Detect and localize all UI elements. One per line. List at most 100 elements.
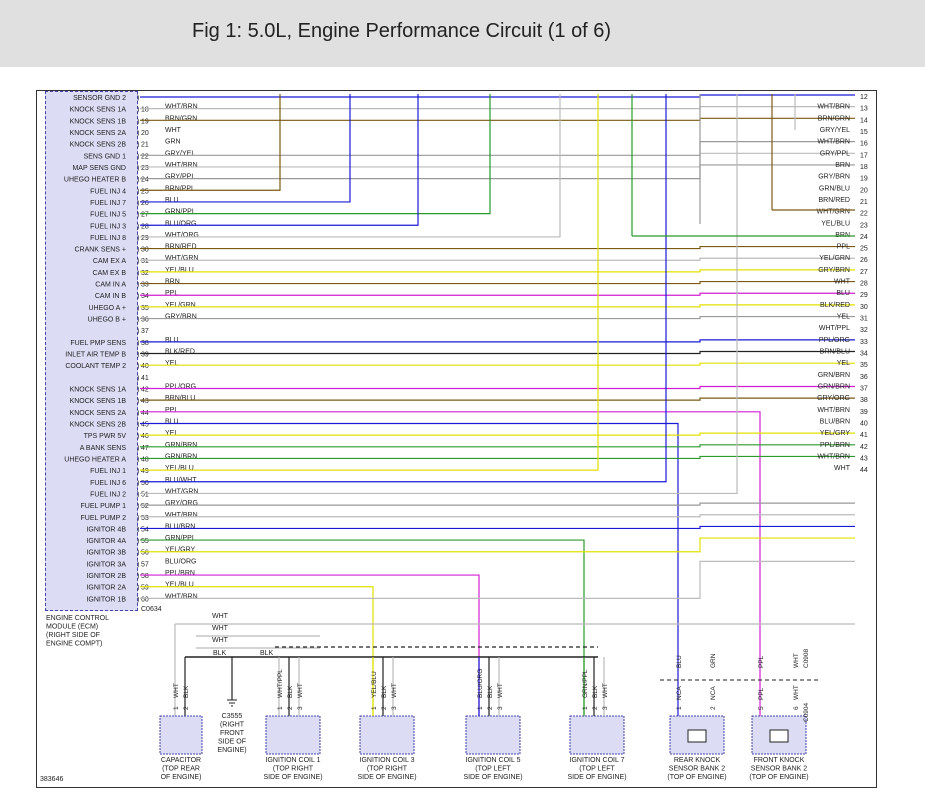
right-wire-label: YEL/GRY — [820, 430, 851, 437]
ecm-pin-label: IGNITOR 4B — [86, 526, 126, 533]
ecm-wire-label: BLU — [165, 337, 179, 344]
ecm-module-label: ENGINE CONTROL — [46, 615, 109, 622]
ecm-pin-number: 56 — [141, 550, 149, 557]
component-pin-wire: GRN/PPL — [582, 669, 589, 698]
ecm-pin-label: IGNITOR 1B — [86, 596, 126, 603]
pin-number: 1 — [371, 706, 378, 710]
pin-number: 6 — [793, 706, 800, 710]
component-pin-wire: WHT — [793, 653, 800, 668]
pin-number: 1 — [582, 706, 589, 710]
pin-bracket: ) — [137, 95, 139, 102]
ecm-pin-number: 25 — [141, 188, 149, 195]
pin-number: 1 — [173, 706, 180, 710]
right-row-number: 13 — [860, 106, 868, 113]
ecm-wire-label: WHT/GRN — [165, 488, 198, 495]
ecm-pin-label: SENS GND 1 — [84, 153, 127, 160]
ecm-wire-label: BRN/BLU — [165, 395, 195, 402]
pin-number: 3 — [391, 706, 398, 710]
ecm-pin-label: UHEGO HEATER B — [64, 177, 126, 184]
right-wire-label: WHT — [834, 465, 851, 472]
right-row-number: 20 — [860, 187, 868, 194]
ecm-wire-label: GRN — [165, 139, 181, 146]
ecm-wire-label: YEL/BLU — [165, 267, 194, 274]
component-pin-wire: WHT — [602, 683, 609, 698]
pin-number: 1 — [477, 706, 484, 710]
pin-number: 2 — [487, 706, 494, 710]
ecm-wire-label: WHT/BRN — [165, 162, 198, 169]
ecm-wire-label: PPL/BRN — [165, 570, 195, 577]
pin-bracket: ) — [137, 293, 139, 300]
pin-number: 3 — [297, 706, 304, 710]
right-row-number: 16 — [860, 141, 868, 148]
right-row-number: 27 — [860, 269, 868, 276]
ecm-pin-label: CAM EX B — [93, 270, 127, 277]
pin-bracket: ) — [137, 515, 139, 522]
ecm-pin-label: COOLANT TEMP 2 — [65, 363, 126, 370]
ecm-pin-number: 36 — [141, 317, 149, 324]
ecm-pin-label: FUEL INJ 8 — [90, 235, 126, 242]
ecm-pin-label: FUEL PUMP 2 — [80, 515, 126, 522]
ecm-wire-label: BLU — [165, 418, 179, 425]
ecm-pin-number: 29 — [141, 235, 149, 242]
component-label: SIDE OF ENGINE) — [263, 774, 322, 781]
wire — [140, 444, 855, 448]
right-row-number: 43 — [860, 455, 868, 462]
pin-bracket: ) — [137, 282, 139, 289]
right-row-number: 33 — [860, 339, 868, 346]
ecm-wire-label: WHT/ORG — [165, 232, 199, 239]
ecm-pin-number: 23 — [141, 165, 149, 172]
ecm-wire-label: YEL/GRY — [165, 547, 196, 554]
connector-id-c0908: C0908 — [803, 648, 810, 668]
ecm-pin-number: 58 — [141, 573, 149, 580]
ecm-wire-label: GRY/ORG — [165, 500, 198, 507]
ecm-pin-number: 60 — [141, 596, 149, 603]
ecm-wire-label: WHT/GRN — [165, 255, 198, 262]
ecm-pin-label: FUEL INJ 3 — [90, 223, 126, 230]
component-label: REAR KNOCK — [674, 757, 721, 764]
right-row-number: 22 — [860, 211, 868, 218]
component-pin-wire: WHT/PPL — [277, 669, 284, 698]
right-row-number: 19 — [860, 176, 868, 183]
pin-bracket: ) — [137, 596, 139, 603]
ecm-pin-label: FUEL PMP SENS — [70, 340, 126, 347]
coil7-component — [569, 715, 625, 755]
component-pin-wire: BLK — [287, 685, 294, 698]
ecm-pin-label: IGNITOR 3B — [86, 550, 126, 557]
pin-tag: NCA — [676, 686, 683, 700]
wire — [140, 94, 855, 98]
ecm-pin-label: CAM IN B — [95, 293, 126, 300]
ecm-pin-label: KNOCK SENS 2A — [70, 410, 127, 417]
ecm-pin-number: 39 — [141, 352, 149, 359]
pin-number: 3 — [602, 706, 609, 710]
right-wire-label: WHT/BRN — [817, 139, 850, 146]
right-row-number: 25 — [860, 246, 868, 253]
wire — [140, 411, 761, 716]
pin-bracket: ) — [137, 305, 139, 312]
ecm-pin-number: 33 — [141, 282, 149, 289]
ecm-pin-number: 34 — [141, 293, 149, 300]
ecm-pin-number: 32 — [141, 270, 149, 277]
pin-bracket: ) — [137, 387, 139, 394]
pin-bracket: ) — [137, 526, 139, 533]
wire — [140, 397, 855, 401]
bus-wire-label: WHT — [212, 625, 229, 632]
wire — [140, 539, 585, 716]
ecm-pin-label: FUEL INJ 6 — [90, 480, 126, 487]
ecm-pin-label: KNOCK SENS 2A — [70, 130, 127, 137]
right-wire-label: GRY/BRN — [818, 174, 850, 181]
ecm-pin-label: KNOCK SENS 1B — [70, 118, 127, 125]
pin-bracket: ) — [137, 247, 139, 254]
component-label: SIDE OF ENGINE) — [357, 774, 416, 781]
pin-bracket: ) — [137, 235, 139, 242]
ecm-pin-label: KNOCK SENS 1B — [70, 398, 127, 405]
pin-tag: PPL — [758, 687, 765, 700]
ecm-module-label: ENGINE COMPT) — [46, 641, 102, 648]
right-row-number: 40 — [860, 420, 868, 427]
component-label: IGNITION COIL 5 — [466, 757, 521, 764]
wire — [140, 94, 419, 226]
ecm-pin-label: CAM EX A — [93, 258, 126, 265]
wire — [140, 94, 738, 495]
right-wire-label: GRN/BRN — [818, 384, 850, 391]
right-row-number: 24 — [860, 234, 868, 241]
ecm-wire-label: YEL/BLU — [165, 465, 194, 472]
